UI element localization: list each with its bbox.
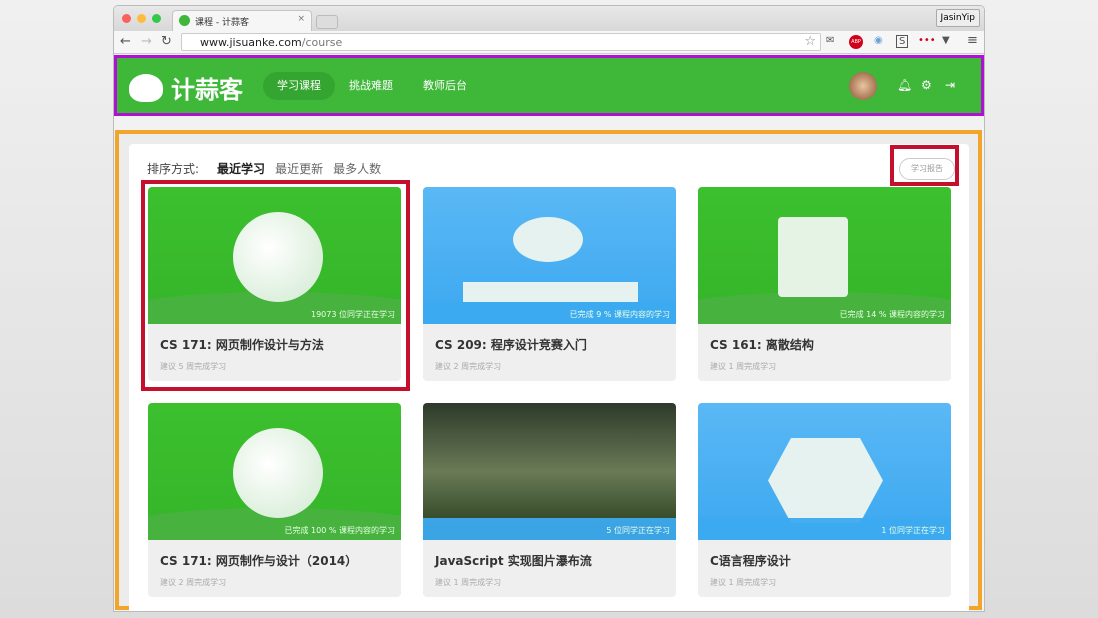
browser-toolbar: ← → ↻ www.jisuanke.com/course ☆ ✉ ABP ◉ …	[114, 31, 984, 54]
nav-teacher[interactable]: 教师后台	[409, 72, 481, 100]
site-header: 计蒜客 学习课程 挑战难题 教师后台 🔔︎ ⚙ ⇥	[114, 55, 984, 116]
forward-icon[interactable]: →	[141, 34, 152, 49]
tab-bar: 课程 - 计蒜客 × JasinYip	[114, 6, 984, 31]
course-stat: 已完成 9 % 课程内容的学习	[569, 310, 670, 319]
sort-recent-learning[interactable]: 最近学习	[217, 160, 265, 177]
course-title[interactable]: CS 171: 网页制作与设计（2014）	[148, 540, 401, 569]
cube-illustration	[778, 217, 848, 297]
course-cover-image[interactable]: 已完成 14 % 课程内容的学习	[698, 187, 951, 324]
nav-courses[interactable]: 学习课程	[263, 72, 335, 100]
course-card[interactable]: 已完成 9 % 课程内容的学习 CS 209: 程序设计竞赛入门 建议 2 周完…	[423, 187, 676, 381]
site-logo[interactable]: 计蒜客	[129, 70, 243, 105]
url-domain: www.jisuanke.com	[200, 36, 302, 49]
adblock-extension-icon[interactable]: ABP	[849, 35, 863, 49]
course-title[interactable]: C语言程序设计	[698, 540, 951, 569]
globe-illustration	[233, 428, 323, 518]
menu-icon[interactable]: ≡	[967, 33, 978, 48]
browser-tab[interactable]: 课程 - 计蒜客 ×	[172, 10, 312, 31]
bell-icon[interactable]: 🔔︎	[897, 78, 912, 92]
highlight-box-course	[141, 180, 410, 391]
course-card[interactable]: 已完成 100 % 课程内容的学习 CS 171: 网页制作与设计（2014） …	[148, 403, 401, 597]
course-stat: 已完成 100 % 课程内容的学习	[284, 526, 396, 535]
course-cover-image[interactable]: 已完成 9 % 课程内容的学习	[423, 187, 676, 324]
course-stat: 已完成 14 % 课程内容的学习	[839, 310, 945, 319]
tab-title: 课程 - 计蒜客	[195, 18, 249, 28]
course-card[interactable]: 已完成 14 % 课程内容的学习 CS 161: 离散结构 建议 1 周完成学习	[698, 187, 951, 381]
lastpass-extension-icon[interactable]: •••	[918, 35, 936, 46]
pocket-extension-icon[interactable]: ▼	[942, 35, 950, 46]
course-stat: 1 位同学正在学习	[881, 526, 945, 535]
profile-button[interactable]: JasinYip	[935, 9, 980, 27]
minimize-window-button[interactable]	[137, 14, 146, 23]
logo-text: 计蒜客	[171, 76, 243, 104]
camera-extension-icon[interactable]: ◉	[874, 35, 883, 46]
sort-label: 排序方式:	[147, 162, 200, 176]
s-extension-icon[interactable]: S	[896, 35, 909, 48]
favicon-icon	[179, 15, 190, 26]
course-cover-image[interactable]: 已完成 100 % 课程内容的学习	[148, 403, 401, 540]
garlic-logo-icon	[129, 73, 163, 102]
course-duration: 建议 2 周完成学习	[435, 362, 502, 371]
sort-recent-update[interactable]: 最近更新	[275, 160, 323, 177]
course-duration: 建议 2 周完成学习	[160, 578, 227, 587]
close-tab-icon[interactable]: ×	[297, 14, 305, 24]
course-card[interactable]: 1 位同学正在学习 C语言程序设计 建议 1 周完成学习	[698, 403, 951, 597]
reload-icon[interactable]: ↻	[161, 34, 172, 49]
course-duration: 建议 1 周完成学习	[710, 362, 777, 371]
back-icon[interactable]: ←	[120, 34, 131, 49]
gear-icon[interactable]: ⚙	[921, 78, 932, 92]
highlight-box-report	[890, 145, 959, 186]
maximize-window-button[interactable]	[152, 14, 161, 23]
nav-challenges[interactable]: 挑战难题	[335, 72, 407, 100]
close-window-button[interactable]	[122, 14, 131, 23]
bookmark-star-icon[interactable]: ☆	[804, 34, 816, 49]
course-cover-image[interactable]: 1 位同学正在学习	[698, 403, 951, 540]
course-duration: 建议 1 周完成学习	[435, 578, 502, 587]
sort-most-people[interactable]: 最多人数	[333, 160, 381, 177]
address-bar[interactable]: www.jisuanke.com/course ☆	[181, 33, 821, 51]
sort-bar: 排序方式: 最近学习 最近更新 最多人数	[147, 160, 381, 177]
c-logo-illustration	[768, 438, 883, 523]
course-title[interactable]: CS 209: 程序设计竞赛入门	[423, 324, 676, 353]
avatar[interactable]	[849, 72, 877, 100]
url-path: /course	[301, 36, 343, 49]
course-stat: 5 位同学正在学习	[606, 526, 670, 535]
course-title[interactable]: CS 161: 离散结构	[698, 324, 951, 353]
new-tab-button[interactable]	[316, 15, 338, 29]
course-card[interactable]: 5 位同学正在学习 JavaScript 实现图片瀑布流 建议 1 周完成学习	[423, 403, 676, 597]
course-title[interactable]: JavaScript 实现图片瀑布流	[423, 540, 676, 569]
gmail-extension-icon[interactable]: ✉	[826, 35, 834, 46]
course-stat: 19073 位同学正在学习	[311, 310, 395, 319]
course-cover-image[interactable]: 5 位同学正在学习	[423, 403, 676, 540]
course-duration: 建议 1 周完成学习	[710, 578, 777, 587]
logout-icon[interactable]: ⇥	[945, 78, 955, 92]
balloons-illustration	[513, 217, 583, 262]
stage-illustration	[463, 282, 638, 302]
